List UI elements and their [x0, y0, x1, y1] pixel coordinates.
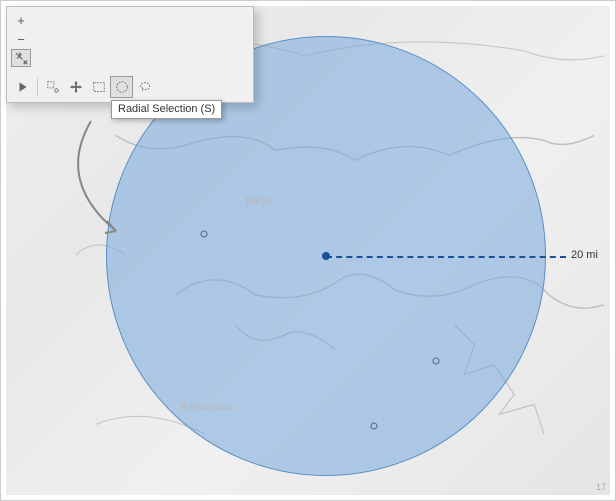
radial-select-button[interactable] [110, 76, 133, 98]
map-attribution: 17 [596, 482, 606, 492]
pan-button[interactable] [64, 76, 87, 98]
zoom-in-button[interactable]: + [11, 11, 31, 29]
lasso-select-button[interactable] [133, 76, 156, 98]
map-label-kanagawa: Kanagawa [181, 401, 233, 413]
point-select-icon [46, 80, 60, 94]
point-select-button[interactable] [41, 76, 64, 98]
radial-radius-line [326, 256, 566, 258]
map-label-tokyo: Tokyo [244, 196, 273, 208]
rectangular-select-button[interactable] [87, 76, 110, 98]
circle-icon [115, 80, 129, 94]
minus-icon: − [17, 32, 25, 47]
toolbar-divider [37, 78, 38, 96]
map-data-point [371, 423, 378, 430]
plus-icon: + [17, 13, 25, 28]
rectangle-icon [92, 80, 106, 94]
pin-x-icon [14, 51, 28, 65]
pan-icon [69, 80, 83, 94]
map-toolbar: + − [6, 6, 254, 103]
tooltip: Radial Selection (S) [111, 100, 222, 119]
zoom-out-button[interactable]: − [11, 30, 31, 48]
map-data-point [201, 231, 208, 238]
lasso-icon [138, 80, 152, 94]
tooltip-text: Radial Selection (S) [118, 103, 215, 115]
map-data-point [433, 358, 440, 365]
radial-radius-label: 20 mi [571, 249, 598, 261]
play-icon [16, 80, 30, 94]
expand-tools-button[interactable] [11, 76, 34, 98]
pin-tool-button[interactable] [11, 49, 31, 67]
